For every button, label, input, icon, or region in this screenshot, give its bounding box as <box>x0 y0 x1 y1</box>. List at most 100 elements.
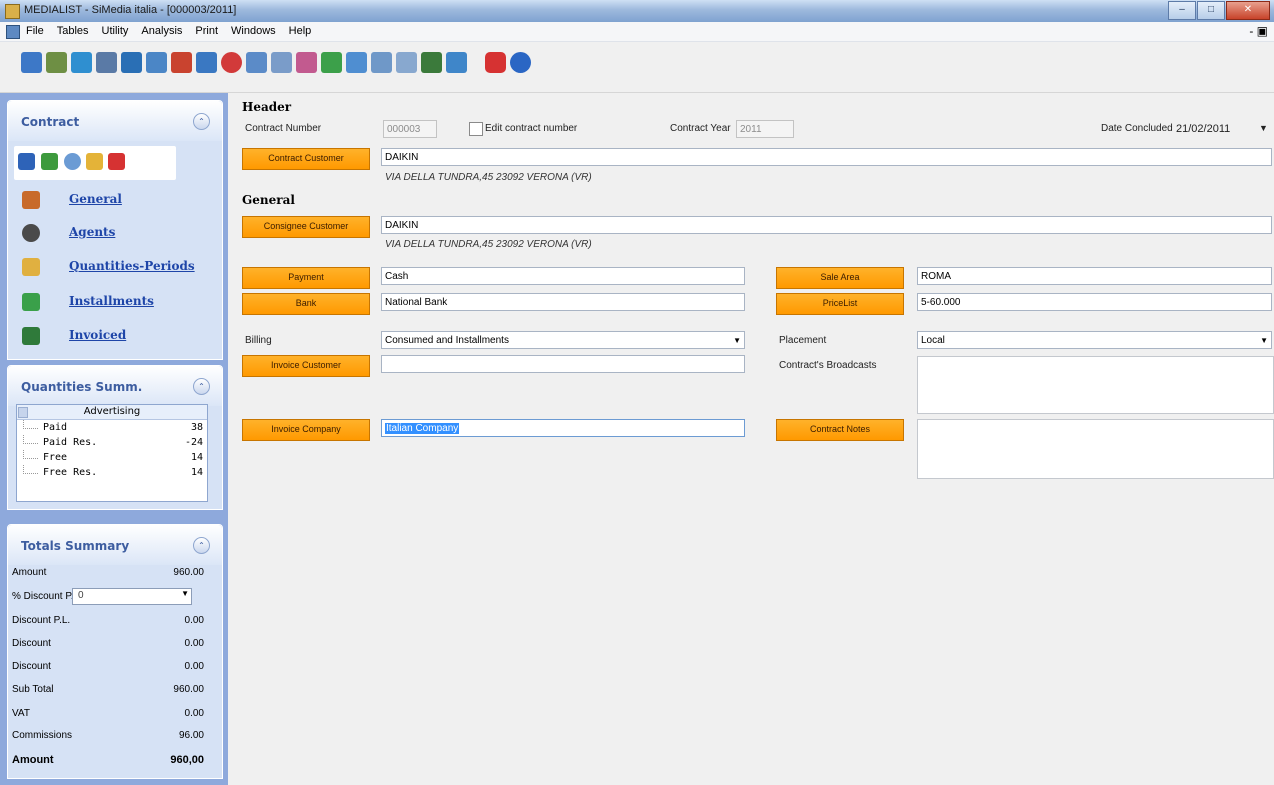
sidebar-item-quantities-periods[interactable]: Quantities-Periods <box>22 256 217 282</box>
refresh-icon[interactable] <box>41 153 58 170</box>
bank-button[interactable]: Bank <box>242 293 370 315</box>
contract-notes-button[interactable]: Contract Notes <box>776 419 904 441</box>
sidebar-item-invoiced[interactable]: Invoiced <box>22 325 217 351</box>
billing-select[interactable]: Consumed and Installments ▼ <box>381 331 745 349</box>
sidebar-item-general[interactable]: General <box>22 189 217 215</box>
invoice-icon[interactable] <box>196 52 217 73</box>
contract-number-label: Contract Number <box>245 123 322 134</box>
sidebar-item-label: Installments <box>69 294 154 308</box>
totals-subtotal-row: Sub Total 960.00 <box>12 684 204 695</box>
search-icon[interactable] <box>64 153 81 170</box>
installments-icon <box>22 293 40 311</box>
menu-help[interactable]: Help <box>289 25 312 37</box>
contract-number-field[interactable]: 000003 <box>383 120 437 138</box>
calendar-icon[interactable] <box>121 52 142 73</box>
discount-icon[interactable] <box>221 52 242 73</box>
sidebar-item-installments[interactable]: Installments <box>22 291 217 317</box>
menu-tables[interactable]: Tables <box>57 25 89 37</box>
totals-discount-row: Discount 0.00 <box>12 661 204 672</box>
contract-customer-field[interactable]: DAIKIN <box>381 148 1272 166</box>
edit-contract-number-label: Edit contract number <box>485 123 578 134</box>
title-bar: MEDIALIST - SiMedia italia - [000003/201… <box>0 0 1274 22</box>
sale-area-field[interactable]: ROMA <box>917 267 1272 285</box>
contract-customer-address: VIA DELLA TUNDRA,45 23092 VERONA (VR) <box>385 172 592 183</box>
settings-icon[interactable] <box>396 52 417 73</box>
contract-notes-area[interactable] <box>917 419 1274 479</box>
documents-icon[interactable] <box>296 52 317 73</box>
contracts-icon[interactable] <box>46 52 67 73</box>
archive-icon[interactable] <box>371 52 392 73</box>
consignee-customer-address: VIA DELLA TUNDRA,45 23092 VERONA (VR) <box>385 239 592 250</box>
mdi-controls[interactable]: - ▣ <box>1249 24 1268 38</box>
sidebar-item-agents[interactable]: Agents <box>22 222 217 248</box>
broadcast-icon[interactable] <box>171 52 192 73</box>
customers-icon[interactable] <box>21 52 42 73</box>
payment-button[interactable]: Payment <box>242 267 370 289</box>
quantities-icon <box>22 258 40 276</box>
pricelist-field[interactable]: 5-60.000 <box>917 293 1272 311</box>
sidebar: Contract ⌃ General Agents Quantities-Per… <box>0 93 228 785</box>
chevron-down-icon[interactable]: ▼ <box>1259 123 1268 133</box>
document-icon[interactable] <box>6 25 20 39</box>
consignee-customer-field[interactable]: DAIKIN <box>381 216 1272 234</box>
exit-icon[interactable] <box>485 52 506 73</box>
menu-print[interactable]: Print <box>195 25 218 37</box>
menu-analysis[interactable]: Analysis <box>141 25 182 37</box>
schedule-icon[interactable] <box>96 52 117 73</box>
bank-field[interactable]: National Bank <box>381 293 745 311</box>
totals-discount-pl-row: Discount P.L. 0.00 <box>12 615 204 626</box>
date-concluded-picker[interactable]: 21/02/2011 <box>1176 123 1230 135</box>
totals-total-row: Amount 960,00 <box>12 754 204 766</box>
collapse-contract-icon[interactable]: ⌃ <box>193 113 210 130</box>
consignee-customer-button[interactable]: Consignee Customer <box>242 216 370 238</box>
contract-form: Header Contract Number 000003 Edit contr… <box>228 93 1274 785</box>
help-icon[interactable] <box>510 52 531 73</box>
contract-panel-header: Contract ⌃ <box>8 101 222 141</box>
export-icon[interactable] <box>246 52 267 73</box>
menu-file[interactable]: File <box>26 25 44 37</box>
collapse-quantities-icon[interactable]: ⌃ <box>193 378 210 395</box>
broadcasts-label: Contract's Broadcasts <box>779 360 877 371</box>
invoice-customer-field[interactable] <box>381 355 745 373</box>
contract-year-field[interactable]: 2011 <box>736 120 794 138</box>
menu-utility[interactable]: Utility <box>102 25 129 37</box>
reports-icon[interactable] <box>146 52 167 73</box>
import-icon[interactable] <box>271 52 292 73</box>
minimize-button[interactable]: – <box>1168 1 1196 20</box>
maximize-button[interactable]: □ <box>1197 1 1225 20</box>
agents-icon[interactable] <box>71 52 92 73</box>
broadcasts-area[interactable] <box>917 356 1274 414</box>
close-icon[interactable] <box>108 153 125 170</box>
invoice-company-button[interactable]: Invoice Company <box>242 419 370 441</box>
totals-panel: Totals Summary ⌃ Amount 960.00 % Discount… <box>7 524 223 779</box>
favorite-icon[interactable] <box>86 153 103 170</box>
archive2-icon[interactable] <box>446 52 467 73</box>
menu-windows[interactable]: Windows <box>231 25 276 37</box>
quantities-panel-header: Quantities Summ. ⌃ <box>8 366 222 406</box>
pricelist-button[interactable]: PriceList <box>776 293 904 315</box>
general-icon <box>22 191 40 209</box>
contract-year-label: Contract Year <box>670 123 731 134</box>
placement-select[interactable]: Local ▼ <box>917 331 1272 349</box>
edit-contract-number-checkbox[interactable] <box>469 122 483 136</box>
print-icon[interactable] <box>321 52 342 73</box>
app-icon[interactable] <box>5 4 20 19</box>
contract-customer-button[interactable]: Contract Customer <box>242 148 370 170</box>
invoice-company-field[interactable]: Italian Company <box>381 419 745 437</box>
quantities-grid: Advertising Paid 38 Paid Res. -24 Free 14 F… <box>16 404 208 502</box>
sale-area-button[interactable]: Sale Area <box>776 267 904 289</box>
save-icon[interactable] <box>18 153 35 170</box>
map-icon[interactable] <box>421 52 442 73</box>
discount-pl-pct-select[interactable]: 0 ▼ <box>72 588 192 605</box>
collapse-node-icon[interactable] <box>18 407 28 418</box>
window-controls: – □ ✕ <box>1167 1 1270 20</box>
contract-panel: Contract ⌃ General Agents Quantities-Per… <box>7 100 223 360</box>
payment-field[interactable]: Cash <box>381 267 745 285</box>
statistics-icon[interactable] <box>346 52 367 73</box>
collapse-totals-icon[interactable]: ⌃ <box>193 537 210 554</box>
table-row: Paid 38 <box>17 420 207 435</box>
close-window-button[interactable]: ✕ <box>1226 1 1270 20</box>
invoice-customer-button[interactable]: Invoice Customer <box>242 355 370 377</box>
table-row: Paid Res. -24 <box>17 435 207 450</box>
window-title: MEDIALIST - SiMedia italia - [000003/201… <box>24 4 237 16</box>
